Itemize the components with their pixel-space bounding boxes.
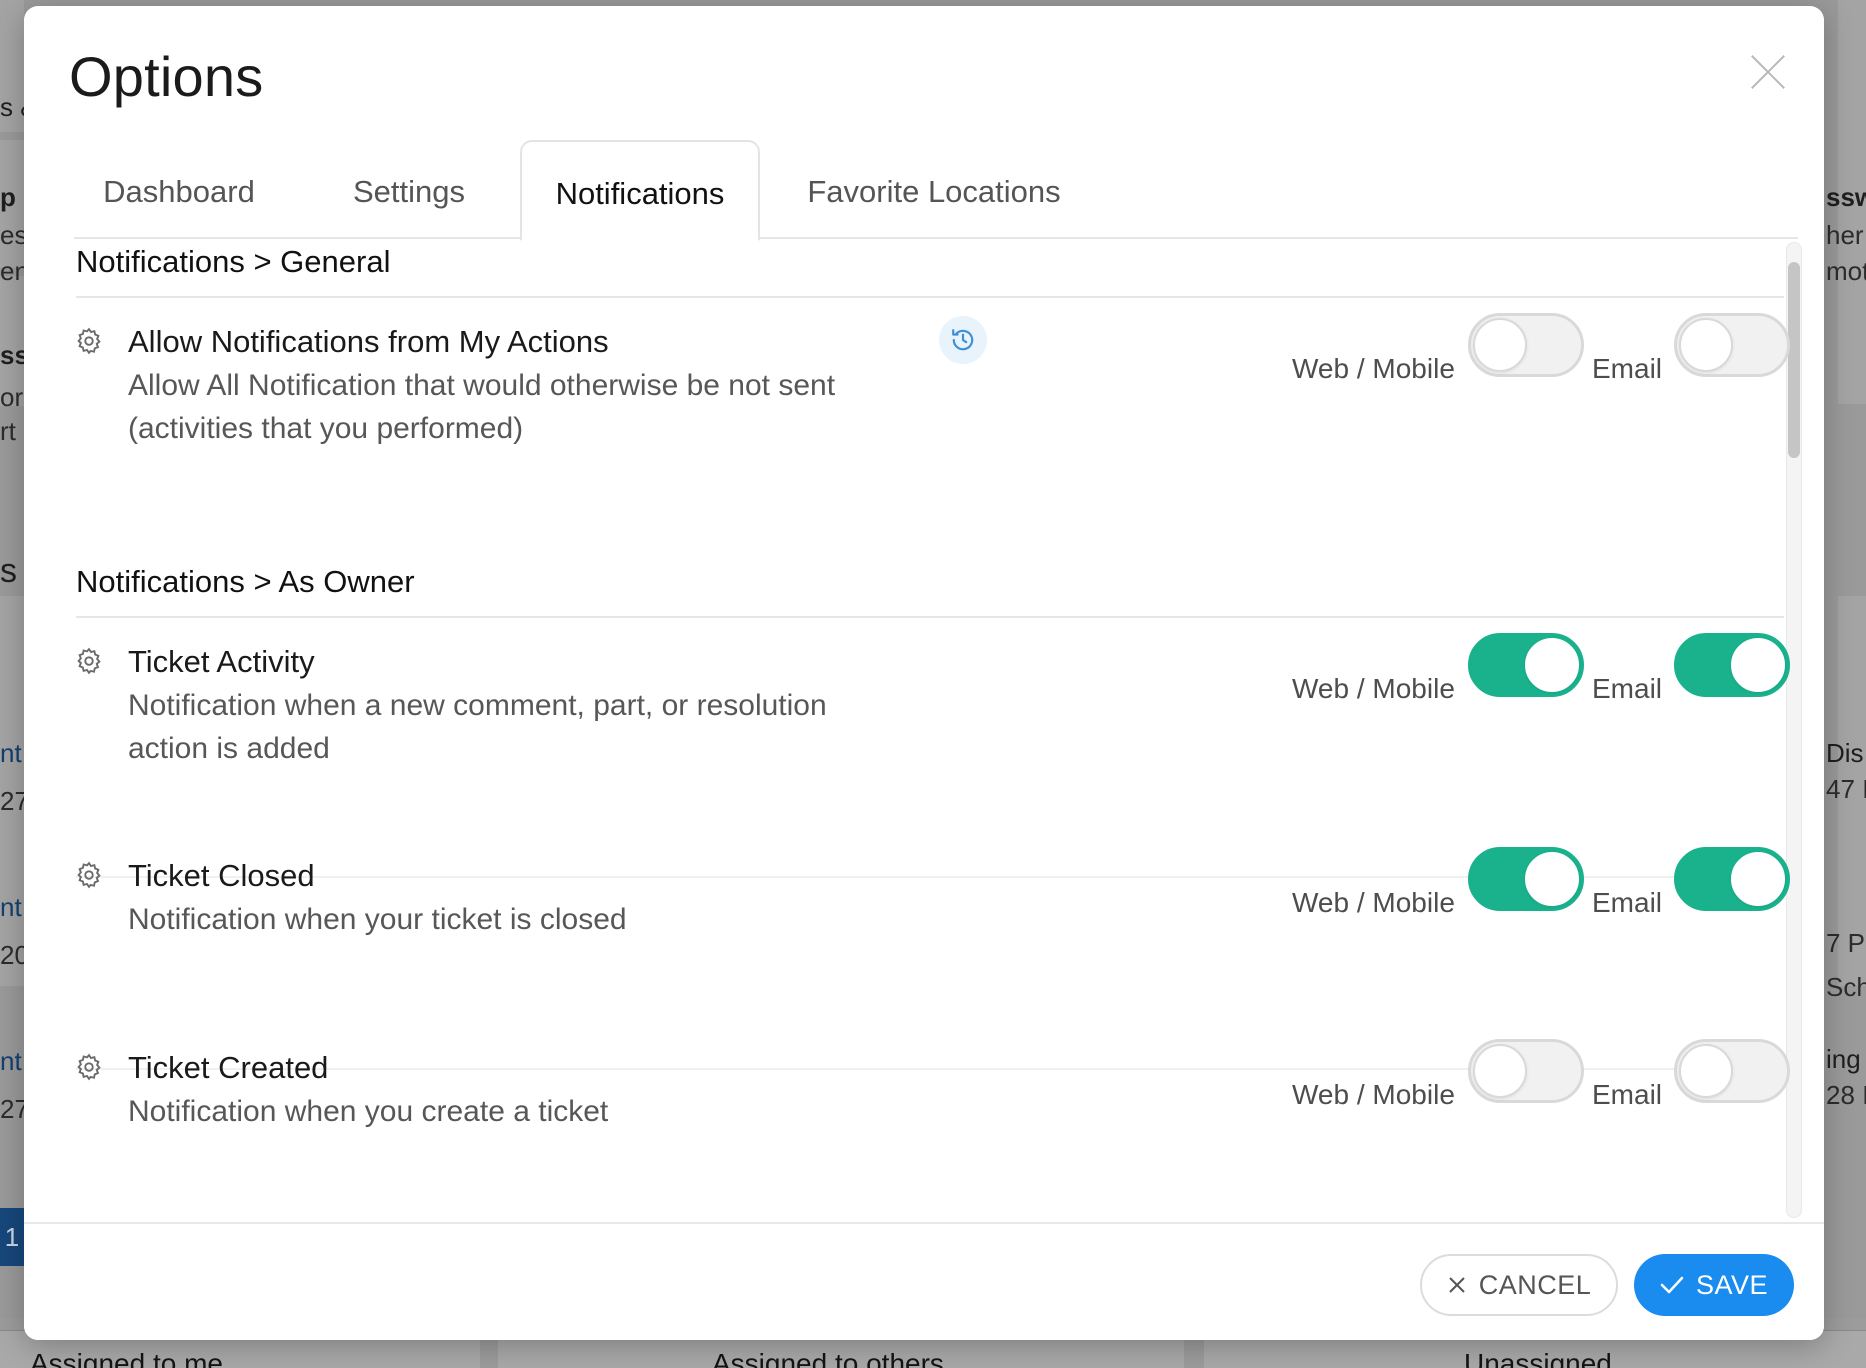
notification-title: Ticket Activity [128, 644, 315, 679]
close-icon [1449, 1277, 1465, 1293]
bg-fragment: 27 [0, 786, 24, 816]
email-label: Email [1592, 1079, 1663, 1110]
bg-tab-label: Assigned to me [30, 1348, 223, 1368]
notification-title: Allow Notifications from My Actions [128, 324, 609, 359]
bg-fragment: 28 I [1826, 1080, 1866, 1110]
modal-title: Options [69, 45, 264, 108]
notification-title: Ticket Closed [128, 858, 315, 893]
notification-description: Notification when you create a ticket [128, 1095, 609, 1128]
email-label: Email [1592, 673, 1663, 704]
save-button[interactable]: SAVE [1634, 1254, 1794, 1316]
web-mobile-toggle[interactable] [1468, 1039, 1584, 1103]
gear-icon[interactable] [74, 860, 104, 890]
bg-fragment: 7 P [1826, 928, 1866, 958]
section-divider [76, 616, 1784, 618]
scrollbar-thumb[interactable] [1788, 262, 1800, 458]
bg-fragment: her [1826, 220, 1864, 250]
checkmark-icon [1660, 1276, 1684, 1294]
toggle-knob [1679, 1044, 1733, 1098]
bg-fragment: sswo [1826, 182, 1866, 212]
close-icon[interactable] [1748, 52, 1788, 92]
web-mobile-label: Web / Mobile [1292, 1079, 1455, 1110]
options-modal: Options Dashboard Settings Notifications… [24, 6, 1824, 1340]
notifications-scroll-area[interactable]: Notifications > General Allow Notificati… [24, 242, 1824, 1222]
web-mobile-label: Web / Mobile [1292, 887, 1455, 918]
notification-description: Notification when your ticket is closed [128, 903, 627, 936]
section-divider [76, 296, 1784, 298]
tab-settings[interactable]: Settings [294, 140, 524, 239]
bg-tab-label: Unassigned [1464, 1348, 1612, 1368]
gear-icon[interactable] [74, 326, 104, 356]
bg-fragment: s / [0, 552, 24, 590]
email-toggle[interactable] [1674, 633, 1790, 697]
tab-favorite-locations[interactable]: Favorite Locations [774, 140, 1094, 239]
modal-footer: CANCEL SAVE [24, 1222, 1824, 1340]
bg-fragment: 20 [0, 940, 24, 970]
history-icon[interactable] [939, 316, 987, 364]
email-toggle[interactable] [1674, 313, 1790, 377]
bg-fragment: es [0, 220, 24, 250]
gear-icon[interactable] [74, 646, 104, 676]
bg-fragment: ssu [0, 340, 24, 370]
notification-description: Allow All Notification that would otherw… [128, 369, 836, 445]
notification-row-ticket-created: Ticket Created Notification when you cre… [24, 1028, 1790, 1218]
bg-fragment: s & [0, 92, 24, 122]
email-toggle[interactable] [1674, 1039, 1790, 1103]
web-mobile-toggle[interactable] [1468, 313, 1584, 377]
bg-fragment: nt [0, 892, 22, 922]
toggle-knob [1473, 1044, 1527, 1098]
bg-fragment: ing [1826, 1044, 1861, 1074]
toggle-knob [1525, 852, 1579, 906]
bg-tab-label: Assigned to others [712, 1348, 944, 1368]
tab-dashboard[interactable]: Dashboard [74, 140, 284, 239]
toggle-knob [1731, 638, 1785, 692]
tab-notifications[interactable]: Notifications [520, 140, 760, 241]
notification-row-ticket-activity: Ticket Activity Notification when a new … [24, 622, 1790, 834]
gear-icon[interactable] [74, 1052, 104, 1082]
toggle-knob [1731, 852, 1785, 906]
email-toggle[interactable] [1674, 847, 1790, 911]
section-title-as-owner: Notifications > As Owner [76, 564, 415, 599]
bg-fragment: 27 [0, 1094, 24, 1124]
bg-fragment: en [0, 256, 24, 286]
toggle-knob [1679, 318, 1733, 372]
bg-fragment: Scho [1826, 972, 1866, 1002]
bg-fragment: rt [0, 416, 16, 446]
section-title-general: Notifications > General [76, 244, 391, 279]
notification-title: Ticket Created [128, 1050, 329, 1085]
web-mobile-toggle[interactable] [1468, 633, 1584, 697]
bg-fragment: or [0, 382, 24, 412]
web-mobile-toggle[interactable] [1468, 847, 1584, 911]
bg-fragment: mot [1826, 256, 1866, 286]
notification-row-allow-my-actions: Allow Notifications from My Actions Allo… [24, 302, 1790, 522]
toggle-knob [1525, 638, 1579, 692]
notification-description: Notification when a new comment, part, o… [128, 689, 827, 765]
cancel-button[interactable]: CANCEL [1420, 1254, 1618, 1316]
bg-fragment: nt [0, 738, 22, 768]
save-button-label: SAVE [1695, 1269, 1769, 1300]
bg-fragment: 47 I [1826, 774, 1866, 804]
toggle-knob [1473, 318, 1527, 372]
bg-fragment: nt [0, 1046, 22, 1076]
bg-fragment: Dis [1826, 738, 1864, 768]
cancel-button-label: CANCEL [1478, 1269, 1592, 1300]
pagination-page-number[interactable]: 1 [0, 1208, 24, 1266]
web-mobile-label: Web / Mobile [1292, 353, 1455, 384]
web-mobile-label: Web / Mobile [1292, 673, 1455, 704]
email-label: Email [1592, 887, 1663, 918]
notification-row-ticket-closed: Ticket Closed Notification when your tic… [24, 836, 1790, 1026]
email-label: Email [1592, 353, 1663, 384]
options-tabs: Dashboard Settings Notifications Favorit… [74, 140, 1798, 241]
bg-fragment: p [0, 182, 16, 212]
